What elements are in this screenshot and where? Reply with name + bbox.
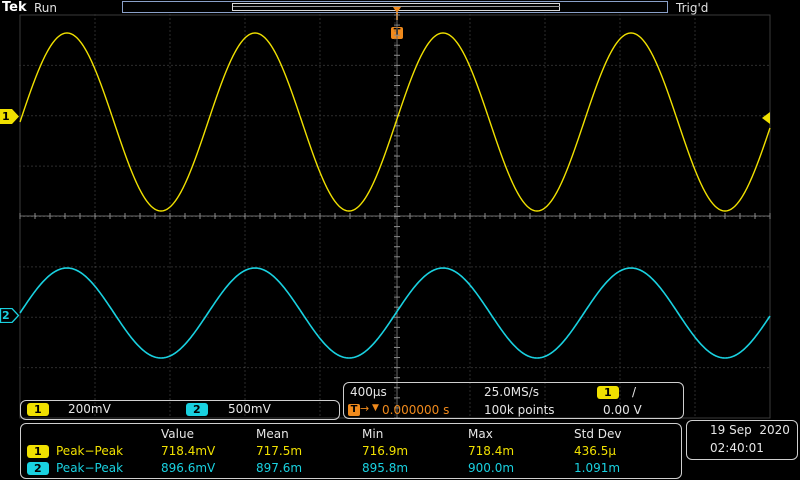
record-length: 100k points bbox=[484, 403, 555, 417]
trigger-position-badge: T bbox=[348, 404, 360, 416]
measurement-std-dev: 1.091m bbox=[574, 461, 621, 475]
measurement-max: 900.0m bbox=[468, 461, 515, 475]
triangle-down-icon: ▼ bbox=[372, 403, 379, 413]
channel-2-ground-marker[interactable]: 2 bbox=[0, 307, 20, 324]
measurement-header-std-dev: Std Dev bbox=[574, 427, 622, 441]
measurement-header-value: Value bbox=[161, 427, 194, 441]
measurement-min: 895.8m bbox=[362, 461, 409, 475]
channel-1-marker-label: 1 bbox=[2, 110, 10, 123]
channel-1-badge[interactable]: 1 bbox=[27, 403, 49, 416]
measurement-header-min: Min bbox=[362, 427, 384, 441]
channel-2-badge[interactable]: 2 bbox=[186, 403, 208, 416]
measurement-mean: 717.5m bbox=[256, 444, 303, 458]
measurement-std-dev: 436.5µ bbox=[574, 444, 616, 458]
measurement-channel-badge: 2 bbox=[27, 462, 49, 475]
channel-2-scale: 500mV bbox=[228, 402, 271, 416]
time: 02:40:01 bbox=[710, 441, 764, 455]
measurement-value: 718.4mV bbox=[161, 444, 216, 458]
arrow-right-icon: → bbox=[360, 402, 370, 415]
channel-2-marker-label: 2 bbox=[2, 309, 10, 322]
channel-1-scale: 200mV bbox=[68, 402, 111, 416]
trigger-level-arrow[interactable] bbox=[762, 112, 770, 124]
date: 19 Sep 2020 bbox=[710, 423, 790, 437]
timebase: 400µs bbox=[350, 385, 387, 399]
trigger-position: 0.000000 s bbox=[382, 403, 450, 417]
graticule bbox=[19, 14, 771, 419]
trigger-level: 0.00 V bbox=[603, 403, 642, 417]
trigger-slope: / bbox=[632, 385, 637, 399]
channel-1-ground-marker[interactable]: 1 bbox=[0, 109, 20, 124]
measurement-mean: 897.6m bbox=[256, 461, 303, 475]
measurement-channel-badge: 1 bbox=[27, 445, 49, 458]
measurement-name: Peak−Peak bbox=[56, 444, 124, 458]
measurement-header-max: Max bbox=[468, 427, 493, 441]
measurement-min: 716.9m bbox=[362, 444, 409, 458]
sample-rate: 25.0MS/s bbox=[484, 385, 539, 399]
measurement-value: 896.6mV bbox=[161, 461, 216, 475]
measurement-max: 718.4m bbox=[468, 444, 515, 458]
channel-1-waveform bbox=[19, 32, 771, 212]
measurement-header-mean: Mean bbox=[256, 427, 289, 441]
trigger-source-badge[interactable]: 1 bbox=[597, 386, 619, 399]
channel-2-waveform bbox=[19, 267, 771, 359]
measurement-name: Peak−Peak bbox=[56, 461, 124, 475]
